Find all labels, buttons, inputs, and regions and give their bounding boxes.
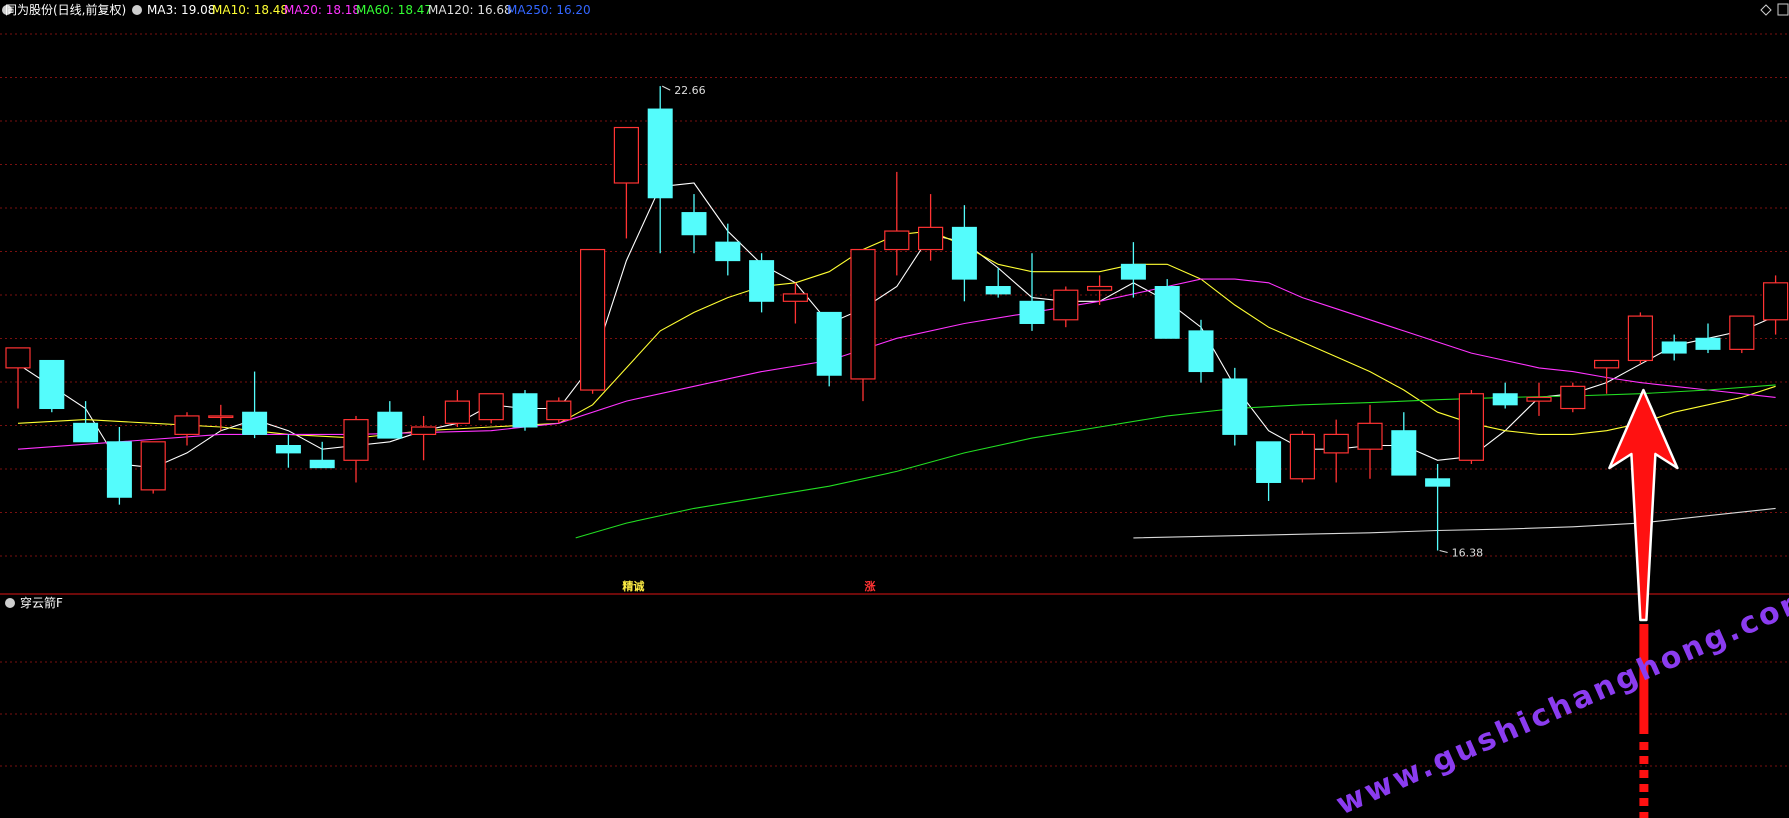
low-label: 16.38 (1452, 547, 1484, 560)
candle-body (39, 359, 65, 410)
candle-body (1560, 385, 1586, 410)
candle-body (1593, 359, 1620, 369)
arrow-dash (1639, 770, 1649, 778)
candle-body (1019, 300, 1045, 324)
candle-body (275, 445, 301, 454)
candle (1560, 382, 1586, 413)
candle (1154, 279, 1180, 339)
candle-body (377, 411, 403, 439)
candle-body (1222, 378, 1248, 435)
candle-body (1458, 393, 1485, 461)
candle (579, 248, 606, 394)
candle-body (1695, 337, 1721, 350)
candle-body (1762, 282, 1789, 321)
candle-body (1526, 396, 1552, 402)
candle-body (1661, 341, 1687, 354)
ma-legend-item: MA250: 16.20 (507, 3, 591, 17)
candle-body (140, 441, 166, 491)
arrow-dash (1639, 784, 1649, 792)
chart-title: 同为股份(日线,前复权) (5, 2, 126, 17)
signal-label: 涨 (865, 579, 876, 593)
arrow-dash (1639, 742, 1649, 750)
candle (816, 311, 842, 387)
candle-body (681, 212, 707, 236)
candle-body (512, 393, 538, 428)
candle (850, 248, 876, 402)
candle-body (73, 422, 99, 443)
candle-body (208, 415, 234, 419)
candle-body (579, 248, 606, 391)
candle-body (884, 230, 910, 251)
candle (478, 393, 504, 424)
candle-body (1154, 286, 1180, 339)
ma-legend-item: MA120: 16.68 (428, 3, 512, 17)
chart-background (0, 0, 1789, 818)
candle-body (1188, 330, 1214, 373)
candle-body (444, 400, 470, 424)
candle (1627, 312, 1654, 365)
arrow-dash (1639, 798, 1649, 806)
candle-body (1086, 285, 1113, 291)
candle-body (1289, 433, 1316, 480)
candle-body (1425, 478, 1451, 487)
candle-body (1357, 422, 1383, 450)
candle-body (1256, 441, 1282, 483)
high-label: 22.66 (674, 84, 706, 97)
candle-body (1729, 315, 1755, 350)
candle-body (1120, 263, 1146, 280)
candle-body (782, 293, 809, 302)
candle-body (749, 260, 775, 302)
ma-legend-item: MA3: 19.08 (147, 3, 215, 17)
candle-body (917, 226, 944, 251)
candle (1289, 430, 1316, 483)
candle (512, 390, 538, 431)
candle-body (951, 226, 977, 280)
ma-toggle-icon[interactable] (132, 5, 142, 15)
candle-body (647, 108, 673, 199)
candle-body (546, 400, 572, 421)
candle-body (411, 426, 437, 436)
candle-body (850, 248, 876, 380)
sub-panel-title: 穿云箭F (20, 595, 63, 610)
stock-chart: 22.66 16.38 精诚 涨 同为股份(日线,前复权) MA3: 19.08 M… (0, 0, 1789, 818)
candle (140, 441, 166, 494)
candle-body (715, 241, 741, 262)
candle-body (242, 411, 268, 435)
candle-body (1391, 430, 1417, 476)
signal-label: 精诚 (622, 579, 644, 593)
candle-body (106, 441, 132, 498)
candle-body (174, 415, 200, 436)
candle-body (1627, 315, 1654, 362)
ma-legend-item: MA20: 18.18 (284, 3, 360, 17)
candle (39, 359, 65, 413)
ma-legend: MA3: 19.08 MA10: 18.48 MA20: 18.18 MA60:… (132, 3, 591, 17)
arrow-dash (1639, 756, 1649, 764)
ma-legend-item: MA10: 18.48 (212, 3, 288, 17)
candle-body (478, 393, 504, 421)
candle (1729, 315, 1755, 354)
candle (546, 397, 572, 424)
candle (1222, 367, 1248, 446)
candle-body (816, 311, 842, 376)
candle-body (985, 286, 1011, 295)
chart-header: 同为股份(日线,前复权) (2, 2, 126, 17)
candle-body (1323, 433, 1349, 454)
candle-body (1053, 289, 1079, 321)
candle-body (613, 126, 640, 184)
arrow-dash (1639, 812, 1649, 818)
candle-body (1492, 393, 1518, 406)
sub-collapse-icon[interactable] (5, 598, 15, 608)
candle-body (343, 419, 369, 461)
candle-body (309, 459, 335, 469)
candle (1458, 390, 1485, 464)
ma-legend-item: MA60: 18.47 (356, 3, 432, 17)
candle-body (5, 347, 31, 369)
